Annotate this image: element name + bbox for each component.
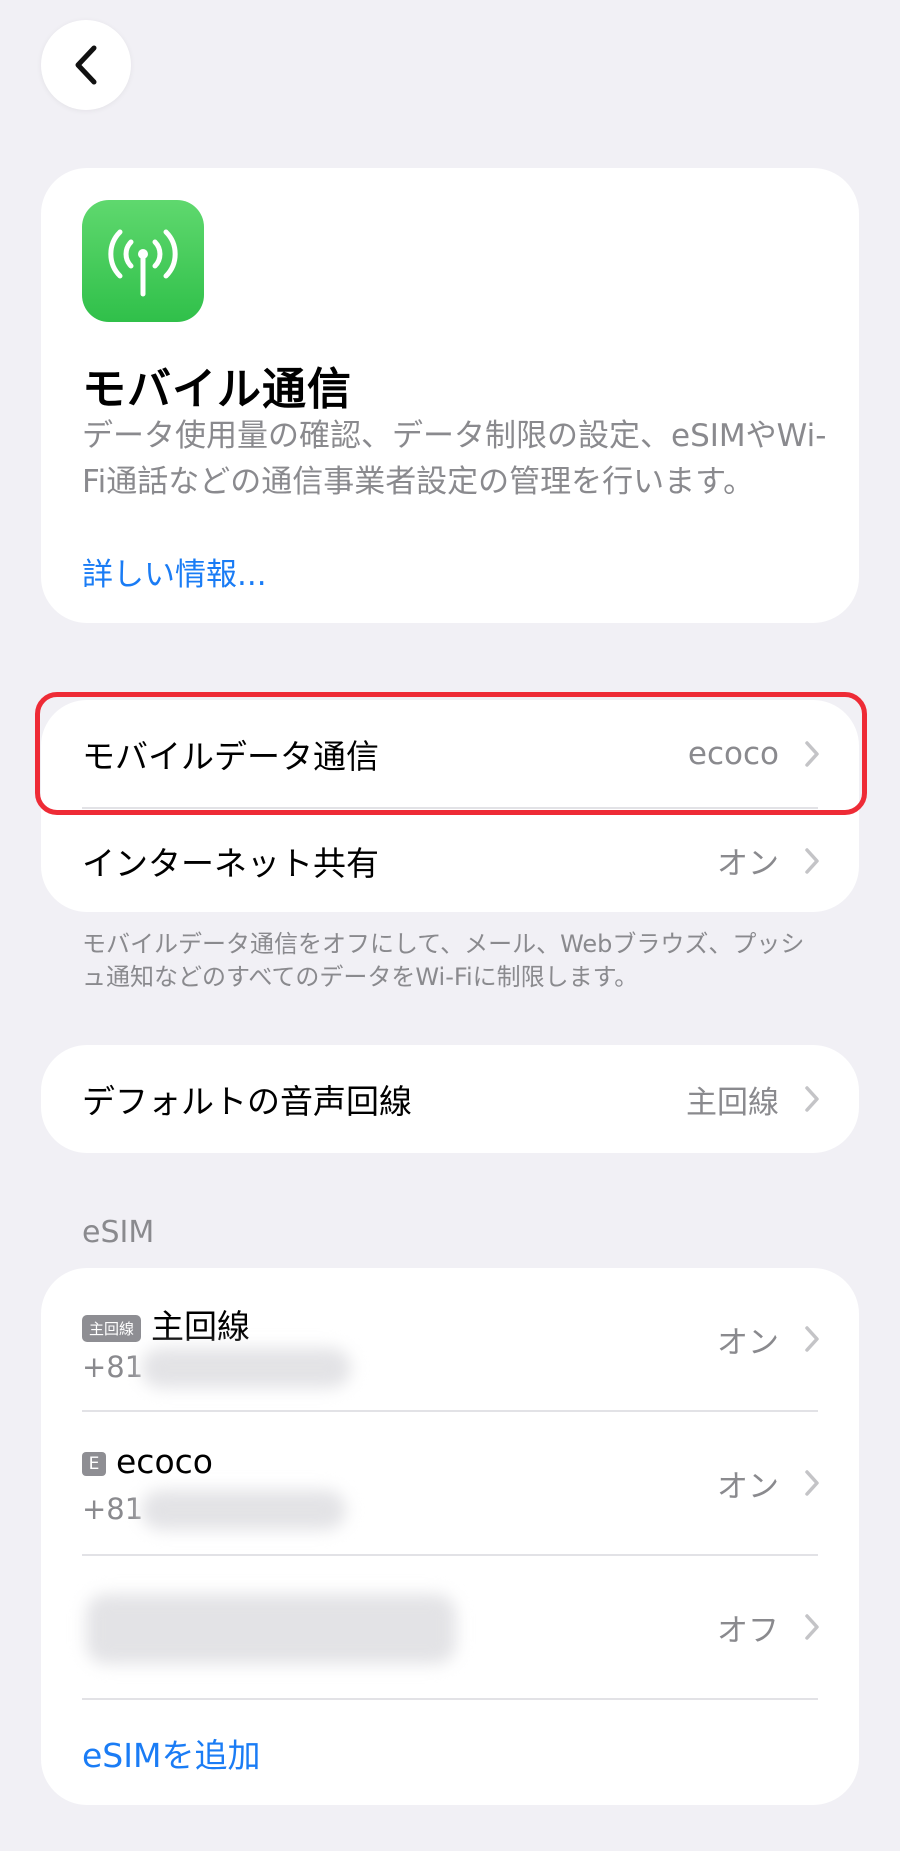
header-card: モバイル通信 データ使用量の確認、データ制限の設定、eSIMやWi-Fi通話など…	[41, 168, 859, 623]
esim-line-name: Eecoco	[82, 1442, 213, 1481]
esim-line-name: 主回線 主回線	[82, 1300, 250, 1348]
mobile-data-footnote: モバイルデータ通信をオフにして、メール、Webブラウズ、プッシュ通知などのすべて…	[82, 930, 805, 991]
antenna-icon	[82, 200, 204, 322]
redacted-number	[141, 1348, 351, 1388]
back-button[interactable]	[41, 20, 131, 110]
phone-number: +81	[82, 1492, 144, 1526]
personal-hotspot-row[interactable]: インターネット共有 オン	[41, 809, 859, 912]
learn-more-link[interactable]: 詳しい情報...	[82, 552, 267, 598]
chevron-right-icon	[805, 847, 819, 874]
add-esim-row[interactable]: eSIMを追加	[41, 1700, 859, 1805]
highlight-annotation	[35, 692, 867, 815]
esim-line-primary[interactable]: 主回線 主回線 +81 オン	[41, 1268, 859, 1410]
chevron-right-icon	[805, 1614, 819, 1640]
default-voice-line-row[interactable]: デフォルトの音声回線 主回線	[41, 1045, 859, 1153]
esim-line-label: 主回線	[151, 1307, 251, 1346]
esim-badge: E	[82, 1451, 106, 1476]
personal-hotspot-value: オン	[717, 846, 779, 882]
redacted-number	[141, 1490, 346, 1530]
chevron-right-icon	[805, 1470, 819, 1496]
chevron-right-icon	[805, 1326, 819, 1352]
esim-line-status: オン	[717, 1468, 779, 1505]
default-voice-line-label: デフォルトの音声回線	[82, 1082, 412, 1121]
personal-hotspot-label: インターネット共有	[82, 843, 379, 883]
esim-line-status: オフ	[717, 1612, 779, 1649]
add-esim-link[interactable]: eSIMを追加	[82, 1729, 260, 1777]
page-title: モバイル通信	[82, 364, 352, 415]
chevron-right-icon	[805, 1086, 819, 1112]
voice-line-group: デフォルトの音声回線 主回線	[41, 1045, 859, 1153]
esim-line-ecoco[interactable]: Eecoco +81 オン	[41, 1412, 859, 1554]
esim-list: 主回線 主回線 +81 オン Eecoco +81 オン オフ eSIMを追加	[41, 1268, 859, 1805]
primary-line-badge: 主回線	[82, 1315, 142, 1342]
phone-number: +81	[82, 1350, 144, 1384]
page-description: データ使用量の確認、データ制限の設定、eSIMやWi-Fi通話などの通信事業者設…	[82, 418, 827, 500]
chevron-left-icon	[75, 45, 97, 85]
default-voice-line-value: 主回線	[686, 1084, 779, 1121]
redacted-line-info	[86, 1594, 456, 1664]
esim-line-status: オン	[717, 1324, 779, 1361]
esim-line-redacted[interactable]: オフ	[41, 1556, 859, 1698]
esim-section-header: eSIM	[82, 1215, 155, 1250]
esim-line-label: ecoco	[116, 1442, 213, 1481]
